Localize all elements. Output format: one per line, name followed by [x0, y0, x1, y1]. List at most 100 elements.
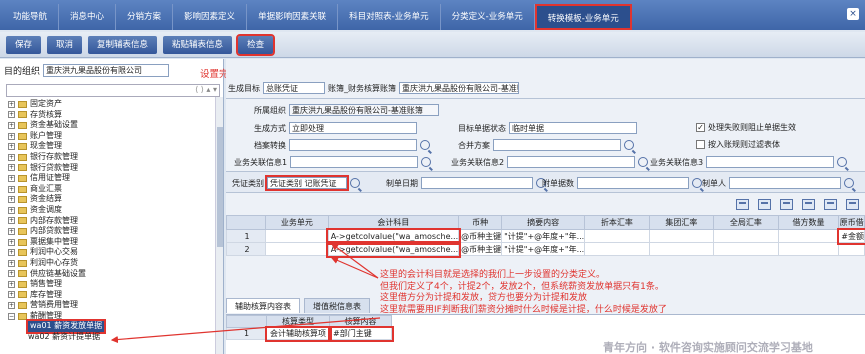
tree-item[interactable]: + 固定资产 [8, 99, 216, 110]
expand-icon[interactable]: + [8, 174, 15, 182]
grid-cell[interactable] [713, 242, 779, 256]
insert-row-icon[interactable] [758, 199, 771, 210]
grid-cell[interactable] [838, 242, 865, 256]
grid-cell[interactable]: "计提"+@年度+"年... [501, 229, 586, 243]
tab-account-mapping[interactable]: 科目对照表-业务单元 [338, 4, 441, 30]
grid-cell[interactable] [777, 229, 840, 243]
make-date-input[interactable] [421, 177, 533, 189]
tab-category-definition[interactable]: 分类定义-业务单元 [441, 4, 535, 30]
tree-item[interactable]: + 资金基础设置 [8, 120, 216, 131]
expand-icon[interactable]: + [8, 302, 15, 310]
grid-cell[interactable]: @币种主键 [458, 242, 503, 256]
block-on-fail-checkbox[interactable]: ✓ [696, 123, 705, 132]
org-input[interactable]: 重庆洪九果品股份有限公司 [43, 63, 170, 77]
grid-header[interactable]: 摘要内容 [501, 215, 586, 230]
delete-row-icon[interactable] [780, 199, 793, 210]
grid-cell[interactable] [265, 229, 329, 243]
expand-icon[interactable]: + [8, 206, 15, 214]
tab-message-center[interactable]: 消息中心 [59, 4, 117, 30]
tree-item[interactable]: + 银行存款管理 [8, 152, 216, 163]
grid-cell[interactable] [713, 229, 779, 243]
tab-aux-accounting[interactable]: 辅助核算内容表 [226, 298, 300, 313]
search-icon[interactable] [350, 178, 360, 188]
maker-input[interactable] [729, 177, 841, 189]
attach-input[interactable] [577, 177, 689, 189]
tree-item[interactable]: + 供应链基础设置 [8, 269, 216, 280]
grid-header[interactable]: 业务单元 [265, 215, 329, 230]
more-icon[interactable] [846, 199, 859, 210]
expand-icon[interactable]: + [8, 227, 15, 235]
grid-header[interactable]: 原币借 [838, 215, 865, 230]
tree-scrollbar[interactable] [215, 97, 223, 354]
cancel-button[interactable]: 取消 [47, 35, 83, 54]
tab-distribution-plan[interactable]: 分销方案 [116, 4, 174, 30]
expand-icon[interactable]: + [8, 249, 15, 257]
paste-aux-button[interactable]: 粘贴辅表信息 [163, 35, 233, 54]
grid-cell[interactable] [265, 242, 329, 256]
account-cell[interactable]: A->getcolvalue("wa_amosche... [326, 240, 461, 258]
tree-child-item[interactable]: wa01 薪资发放单据 [8, 319, 216, 334]
search-icon[interactable] [844, 178, 854, 188]
grid-cell[interactable]: @币种主键 [458, 229, 503, 243]
expand-icon[interactable]: + [8, 164, 15, 172]
expand-icon[interactable]: + [8, 217, 15, 225]
tree-item[interactable]: + 内部贷款管理 [8, 226, 216, 237]
account-cell[interactable]: A->getcolvalue("wa_amosche... [326, 227, 461, 245]
tab-conversion-template[interactable]: 转换模板-业务单元 [534, 4, 632, 30]
expand-icon[interactable]: + [8, 291, 15, 299]
tree-item[interactable]: + 资金调度 [8, 205, 216, 216]
sub-grid-header[interactable]: 核算类型 [266, 315, 330, 328]
tree-item[interactable]: + 票据集中管理 [8, 237, 216, 248]
biz1-input[interactable] [290, 156, 419, 168]
tree-item[interactable]: − 薪酬管理 [8, 311, 216, 322]
grid-header[interactable]: 集团汇率 [648, 215, 715, 230]
gen-mode-select[interactable]: 立即处理 [289, 122, 417, 134]
expand-icon[interactable]: + [8, 259, 15, 267]
search-icon[interactable] [837, 157, 848, 167]
target-input[interactable]: 总账凭证 [263, 82, 325, 94]
grid-header[interactable]: 借方数量 [777, 215, 840, 230]
voucher-type-input[interactable]: 凭证类别 记账凭证 [265, 175, 349, 191]
collapse-icon[interactable]: − [8, 312, 15, 320]
scroll-thumb[interactable] [217, 127, 223, 247]
grid-header[interactable]: 币种 [458, 215, 503, 230]
save-button[interactable]: 保存 [6, 35, 42, 54]
expand-icon[interactable]: + [8, 238, 15, 246]
expand-icon[interactable]: + [8, 185, 15, 193]
tree-search-input[interactable]: ⟨ ⟩ ▴ ▾ [6, 84, 220, 97]
expand-icon[interactable]: + [8, 280, 15, 288]
biz3-input[interactable] [706, 156, 835, 168]
expand-icon[interactable]: + [8, 121, 15, 129]
tree-item[interactable]: + 销售管理 [8, 279, 216, 290]
expand-icon[interactable]: + [8, 153, 15, 161]
add-row-icon[interactable] [736, 199, 749, 210]
merge-input[interactable] [493, 139, 621, 151]
search-icon[interactable] [420, 140, 430, 150]
expand-icon[interactable]: + [8, 143, 15, 151]
search-icon[interactable] [421, 157, 432, 167]
copy-row-icon[interactable] [802, 199, 815, 210]
grid-cell[interactable] [648, 242, 715, 256]
tree-item[interactable]: + 账户管理 [8, 131, 216, 142]
tree-item[interactable]: + 利润中心存货 [8, 258, 216, 269]
tab-function-nav[interactable]: 功能导航 [2, 4, 60, 30]
tree-item[interactable]: + 营销费用管理 [8, 300, 216, 311]
target-state-select[interactable]: 临时单据 [509, 122, 637, 134]
tree-item[interactable]: + 现金管理 [8, 141, 216, 152]
archive-input[interactable] [289, 139, 417, 151]
filter-body-checkbox[interactable] [696, 140, 705, 149]
tree-item[interactable]: + 利润中心交易 [8, 247, 216, 258]
expand-icon[interactable]: + [8, 100, 15, 108]
search-icon[interactable] [692, 178, 702, 188]
table-row[interactable]: 1 会计辅助核算项 #部门主键 [226, 325, 394, 342]
tree-item[interactable]: + 商业汇票 [8, 184, 216, 195]
table-row[interactable]: 1 A->getcolvalue("wa_amosche... @币种主键 "计… [225, 227, 865, 245]
sub-grid-header[interactable]: 核算内容 [329, 315, 392, 328]
tree-item[interactable]: + 资金结算 [8, 194, 216, 205]
paste-row-icon[interactable] [824, 199, 837, 210]
tab-factor-definition[interactable]: 影响因素定义 [173, 4, 248, 30]
amount-cell[interactable]: #金额 [836, 227, 865, 245]
table-row[interactable]: 2 A->getcolvalue("wa_amosche... @币种主键 "计… [225, 240, 865, 258]
expand-icon[interactable]: + [8, 196, 15, 204]
grid-cell[interactable] [777, 242, 840, 256]
